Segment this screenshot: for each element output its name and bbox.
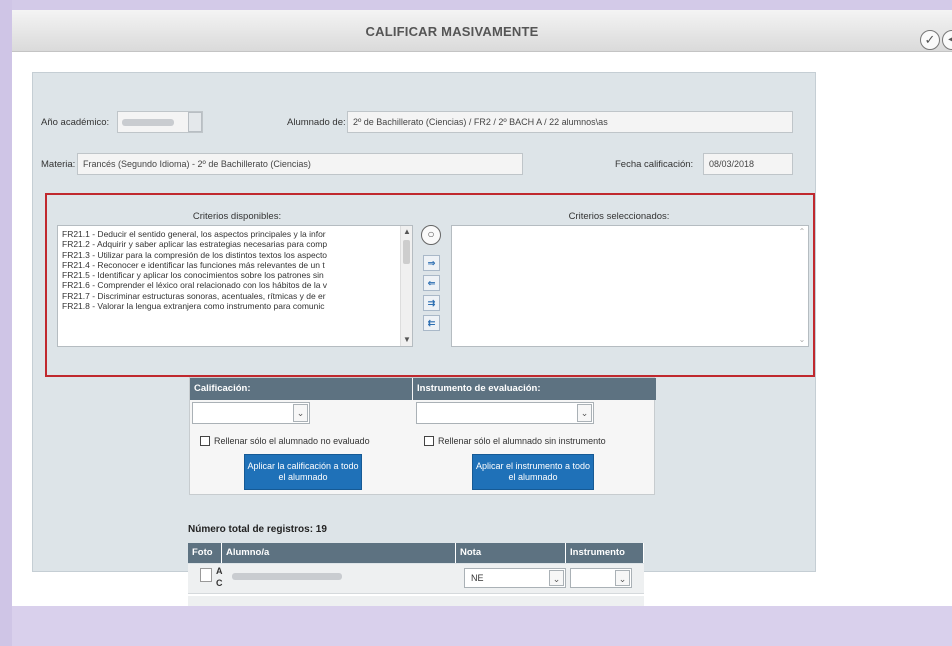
list-item[interactable]: FR21.1 - Deducir el sentido general, los…	[58, 229, 412, 239]
column-student[interactable]: Alumno/a	[222, 543, 456, 563]
refresh-icon[interactable]: ○	[421, 225, 441, 245]
scroll-thumb[interactable]	[403, 240, 410, 264]
students-field[interactable]: 2º de Bachillerato (Ciencias) / FR2 / 2º…	[347, 111, 793, 133]
academic-year-select[interactable]	[117, 111, 203, 133]
chevron-down-icon[interactable]: ⌄	[615, 570, 630, 586]
list-item[interactable]: FR21.7 - Discriminar estructuras sonoras…	[58, 291, 412, 301]
back-circle-icon[interactable]: ◀	[942, 30, 952, 50]
chevron-down-icon[interactable]: ⌄	[293, 404, 308, 422]
blurred-student-name	[232, 573, 342, 580]
grade-header: Calificación:	[190, 378, 412, 400]
move-all-left-button[interactable]: ⇇	[423, 315, 440, 331]
students-label: Alumnado de:	[287, 117, 346, 128]
selected-criteria-list[interactable]: ⌃ ⌄	[451, 225, 809, 347]
blurred-value	[122, 119, 174, 126]
scroll-up-icon[interactable]: ⌃	[796, 226, 808, 238]
list-item[interactable]: FR21.2 - Adquirir y saber aplicar las es…	[58, 239, 412, 249]
instrument-select[interactable]: ⌄	[570, 568, 632, 588]
row-tag-a: A	[216, 566, 223, 576]
subject-label: Materia:	[41, 159, 76, 170]
scroll-down-icon[interactable]: ▼	[401, 334, 412, 346]
form-panel: Año académico: Alumnado de: 2º de Bachil…	[32, 72, 816, 572]
page-title: CALIFICAR MASIVAMENTE	[365, 24, 539, 39]
fill-unevaluated-label: Rellenar sólo el alumnado no evaluado	[214, 436, 370, 446]
list-item[interactable]: FR21.8 - Valorar la lengua extranjera co…	[58, 301, 412, 311]
frame-top	[0, 0, 952, 10]
app-window: CALIFICAR MASIVAMENTE ✓ ◀ Año académico:…	[0, 0, 952, 646]
list-item[interactable]: FR21.4 - Reconocer e identificar las fun…	[58, 260, 412, 270]
academic-year-label: Año académico:	[41, 117, 110, 128]
criteria-section: Criterios disponibles: Criterios selecci…	[45, 193, 815, 377]
available-criteria-list[interactable]: FR21.1 - Deducir el sentido general, los…	[57, 225, 413, 347]
title-bar: CALIFICAR MASIVAMENTE ✓ ◀	[12, 10, 952, 52]
available-criteria-title: Criterios disponibles:	[192, 211, 282, 222]
chevron-down-icon[interactable]: ⌄	[549, 570, 564, 586]
grade-value: NE	[471, 573, 484, 583]
chevron-down-icon[interactable]	[188, 112, 202, 132]
fill-no-instrument-checkbox[interactable]	[424, 436, 434, 446]
date-field[interactable]: 08/03/2018	[703, 153, 793, 175]
work-area: Año académico: Alumnado de: 2º de Bachil…	[12, 52, 952, 606]
grade-select[interactable]: ⌄	[192, 402, 310, 424]
fill-no-instrument-label: Rellenar sólo el alumnado sin instrument…	[438, 436, 606, 446]
column-instrument[interactable]: Instrumento	[566, 543, 644, 563]
date-label: Fecha calificación:	[615, 159, 694, 170]
move-right-button[interactable]: ⇒	[423, 255, 440, 271]
table-row	[188, 596, 644, 606]
fill-unevaluated-checkbox[interactable]	[200, 436, 210, 446]
instrument-select[interactable]: ⌄	[416, 402, 594, 424]
grade-select[interactable]: NE ⌄	[464, 568, 566, 588]
photo-icon	[200, 568, 212, 582]
table-row: A C NE ⌄ ⌄	[188, 564, 644, 594]
instrument-header: Instrumento de evaluación:	[413, 378, 656, 400]
bulk-grade-table: Calificación: Instrumento de evaluación:…	[189, 377, 656, 495]
list-item[interactable]: FR21.5 - Identificar y aplicar los conoc…	[58, 270, 412, 280]
frame-left	[0, 0, 12, 646]
row-tag-c: C	[216, 578, 223, 588]
chevron-down-icon[interactable]: ⌄	[577, 404, 592, 422]
move-left-button[interactable]: ⇐	[423, 275, 440, 291]
subject-field[interactable]: Francés (Segundo Idioma) - 2º de Bachill…	[77, 153, 523, 175]
list-item[interactable]: FR21.6 - Comprender el léxico oral relac…	[58, 280, 412, 290]
list-item[interactable]: FR21.3 - Utilizar para la compresión de …	[58, 250, 412, 260]
move-all-right-button[interactable]: ⇉	[423, 295, 440, 311]
check-circle-icon[interactable]: ✓	[920, 30, 940, 50]
selected-criteria-title: Criterios seleccionados:	[568, 211, 670, 222]
apply-grade-button[interactable]: Aplicar la calificación a todo el alumna…	[244, 454, 362, 490]
list-scrollbar[interactable]: ▲ ▼	[400, 226, 412, 346]
scroll-down-icon[interactable]: ⌄	[796, 334, 808, 346]
records-count: Número total de registros: 19	[188, 524, 327, 535]
list-scrollbar[interactable]: ⌃ ⌄	[796, 226, 808, 346]
scroll-up-icon[interactable]: ▲	[401, 226, 412, 238]
column-photo: Foto	[188, 543, 222, 563]
column-grade[interactable]: Nota	[456, 543, 566, 563]
apply-instrument-button[interactable]: Aplicar el instrumento a todo el alumnad…	[472, 454, 594, 490]
